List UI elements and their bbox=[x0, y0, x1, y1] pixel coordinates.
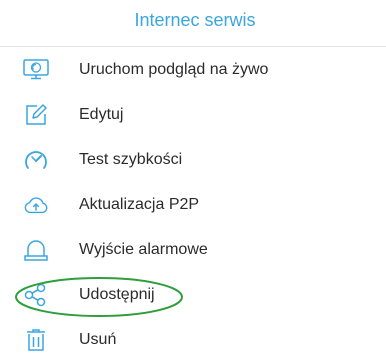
header-divider bbox=[0, 46, 386, 47]
menu-item-edit[interactable]: Edytuj bbox=[0, 93, 386, 138]
trash-icon bbox=[23, 328, 49, 352]
dialog-title: Internec serwis bbox=[134, 9, 256, 30]
dialog-header: Internec serwis bbox=[0, 0, 386, 40]
monitor-icon bbox=[23, 58, 49, 82]
menu-item-label: Aktualizacja P2P bbox=[79, 196, 200, 213]
menu-item-label: Edytuj bbox=[79, 106, 124, 123]
menu-item-p2p-update[interactable]: Aktualizacja P2P bbox=[0, 183, 386, 228]
menu-item-speed-test[interactable]: Test szybkości bbox=[0, 138, 386, 183]
menu-item-label: Udostępnij bbox=[79, 286, 155, 303]
alarm-light-icon bbox=[23, 238, 49, 262]
menu-item-label: Wyjście alarmowe bbox=[79, 241, 208, 258]
edit-icon bbox=[23, 103, 49, 127]
menu-item-label: Usuń bbox=[79, 331, 117, 348]
cloud-upload-icon bbox=[23, 193, 49, 217]
menu-item-delete[interactable]: Usuń bbox=[0, 318, 386, 363]
menu-item-label: Test szybkości bbox=[79, 151, 183, 168]
context-menu: Uruchom podgląd na żywo Edytuj Test szyb… bbox=[0, 48, 386, 363]
share-icon bbox=[23, 283, 49, 307]
menu-item-label: Uruchom podgląd na żywo bbox=[79, 61, 269, 78]
menu-item-alarm-output[interactable]: Wyjście alarmowe bbox=[0, 228, 386, 273]
menu-item-share[interactable]: Udostępnij bbox=[0, 273, 386, 318]
speedometer-icon bbox=[23, 148, 49, 172]
menu-item-live-view[interactable]: Uruchom podgląd na żywo bbox=[0, 48, 386, 93]
